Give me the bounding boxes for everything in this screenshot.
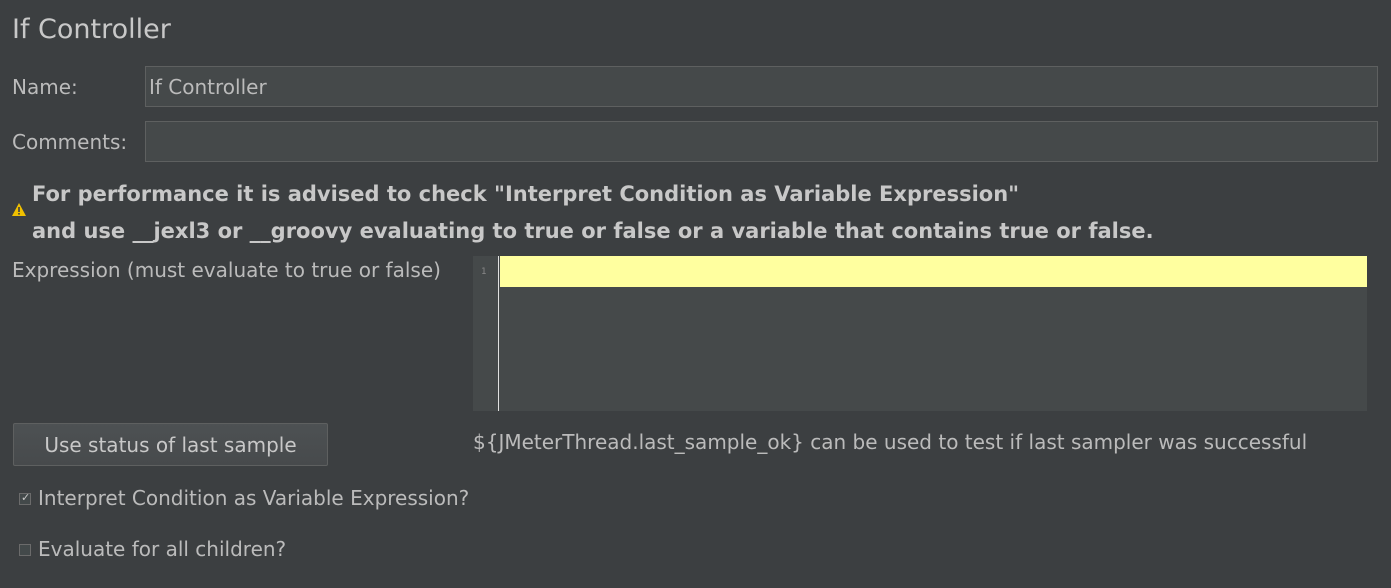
checkmark-icon: ✓ [21, 491, 31, 504]
comments-label: Comments: [12, 130, 128, 154]
line-number-gutter: 1 [473, 256, 499, 411]
interpret-condition-label[interactable]: Interpret Condition as Variable Expressi… [38, 486, 469, 510]
expression-label: Expression (must evaluate to true or fal… [12, 258, 441, 282]
if-controller-panel: If Controller Name: Comments: For perfor… [0, 0, 1391, 588]
evaluate-all-children-checkbox[interactable] [19, 544, 31, 556]
use-status-of-last-sample-button[interactable]: Use status of last sample [13, 423, 328, 466]
interpret-condition-checkbox[interactable]: ✓ [19, 491, 31, 505]
comments-input[interactable] [145, 121, 1378, 162]
current-line-highlight[interactable] [500, 256, 1367, 287]
panel-title: If Controller [12, 14, 171, 45]
warning-line-1: For performance it is advised to check "… [32, 182, 1020, 206]
last-sample-hint: ${JMeterThread.last_sample_ok} can be us… [473, 430, 1308, 454]
name-label: Name: [12, 75, 78, 99]
warning-text: For performance it is advised to check "… [32, 176, 1154, 250]
evaluate-all-children-label[interactable]: Evaluate for all children? [38, 537, 286, 561]
name-input[interactable] [145, 66, 1378, 107]
expression-editor[interactable]: 1 [473, 256, 1367, 411]
warning-line-2: and use __jexl3 or __groovy evaluating t… [32, 219, 1154, 243]
line-number: 1 [481, 267, 487, 277]
warning-icon [12, 203, 26, 216]
